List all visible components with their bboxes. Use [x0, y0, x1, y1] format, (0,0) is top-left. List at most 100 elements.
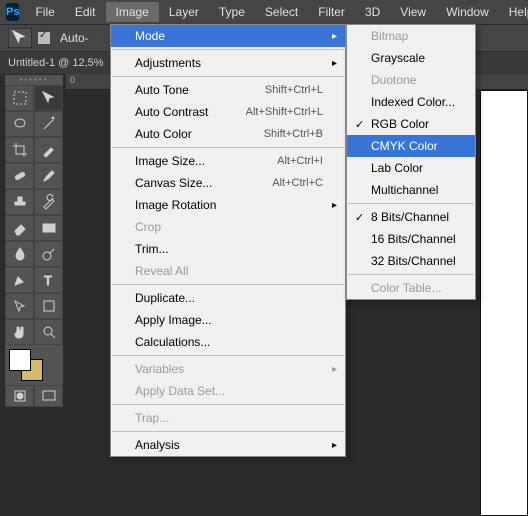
menu-separator [112, 355, 344, 356]
menu-image-rotation[interactable]: Image Rotation [111, 194, 345, 216]
tool-eyedropper[interactable] [34, 137, 63, 163]
tool-move[interactable] [34, 85, 63, 111]
menu-reveal-all: Reveal All [111, 260, 345, 282]
menu-view[interactable]: View [390, 2, 436, 22]
menu-separator [112, 284, 344, 285]
history-brush-icon [41, 194, 57, 210]
mode-duotone: Duotone [347, 69, 475, 91]
wand-icon [41, 116, 57, 132]
menu-crop: Crop [111, 216, 345, 238]
menu-file[interactable]: File [25, 2, 64, 22]
image-menu-dropdown: Mode Adjustments Auto ToneShift+Ctrl+L A… [110, 24, 346, 457]
hand-icon [12, 324, 28, 340]
shape-icon [41, 298, 57, 314]
dodge-icon [41, 246, 57, 262]
shortcut-label: Shift+Ctrl+B [264, 128, 323, 140]
menu-separator [348, 203, 474, 204]
shortcut-label: Shift+Ctrl+L [265, 84, 323, 96]
tool-dodge[interactable] [34, 241, 63, 267]
menu-trim[interactable]: Trim... [111, 238, 345, 260]
gradient-icon [41, 220, 57, 236]
menu-adjustments[interactable]: Adjustments [111, 52, 345, 74]
menu-separator [112, 147, 344, 148]
crop-icon [12, 142, 28, 158]
menu-analysis[interactable]: Analysis [111, 434, 345, 456]
tools-panel: T [4, 74, 64, 408]
menu-canvas-size[interactable]: Canvas Size...Alt+Ctrl+C [111, 172, 345, 194]
auto-select-label: Auto- [60, 31, 89, 45]
tool-eraser[interactable] [5, 215, 34, 241]
tool-hand[interactable] [5, 319, 34, 345]
tool-healing[interactable] [5, 163, 34, 189]
stamp-icon [12, 194, 28, 210]
menu-calculations[interactable]: Calculations... [111, 331, 345, 353]
menu-bar: Ps File Edit Image Layer Type Select Fil… [0, 0, 528, 24]
panel-grip[interactable] [5, 75, 63, 85]
menu-layer[interactable]: Layer [159, 2, 209, 22]
mode-submenu: Bitmap Grayscale Duotone Indexed Color..… [346, 24, 476, 300]
tool-screenmode[interactable] [34, 385, 63, 407]
tool-stamp[interactable] [5, 189, 34, 215]
mode-bitmap: Bitmap [347, 25, 475, 47]
blur-icon [12, 246, 28, 262]
menu-image-size[interactable]: Image Size...Alt+Ctrl+I [111, 150, 345, 172]
mode-16bit[interactable]: 16 Bits/Channel [347, 228, 475, 250]
menu-separator [112, 431, 344, 432]
tool-wand[interactable] [34, 111, 63, 137]
tool-quickmask[interactable] [5, 385, 34, 407]
mode-multichannel[interactable]: Multichannel [347, 179, 475, 201]
tool-shape[interactable] [34, 293, 63, 319]
tool-preset-picker[interactable] [8, 28, 32, 48]
menu-apply-image[interactable]: Apply Image... [111, 309, 345, 331]
mode-8bit[interactable]: 8 Bits/Channel [347, 206, 475, 228]
mode-lab[interactable]: Lab Color [347, 157, 475, 179]
tool-history-brush[interactable] [34, 189, 63, 215]
menu-separator [112, 76, 344, 77]
menu-edit[interactable]: Edit [65, 2, 106, 22]
brush-icon [41, 168, 57, 184]
tool-path-select[interactable] [5, 293, 34, 319]
mode-indexed[interactable]: Indexed Color... [347, 91, 475, 113]
tool-type[interactable]: T [34, 267, 63, 293]
menu-separator [112, 404, 344, 405]
auto-select-checkbox[interactable] [38, 32, 50, 44]
menu-apply-data-set: Apply Data Set... [111, 380, 345, 402]
menu-type[interactable]: Type [209, 2, 255, 22]
menu-select[interactable]: Select [255, 2, 308, 22]
menu-auto-contrast[interactable]: Auto ContrastAlt+Shift+Ctrl+L [111, 101, 345, 123]
foreground-swatch[interactable] [9, 349, 31, 371]
ruler-mark: 0 [70, 75, 75, 85]
tool-zoom[interactable] [34, 319, 63, 345]
marquee-icon [12, 90, 28, 106]
menu-auto-tone[interactable]: Auto ToneShift+Ctrl+L [111, 79, 345, 101]
mode-32bit[interactable]: 32 Bits/Channel [347, 250, 475, 272]
svg-text:T: T [44, 273, 52, 288]
canvas[interactable] [480, 90, 528, 516]
type-icon: T [41, 272, 57, 288]
tool-lasso[interactable] [5, 111, 34, 137]
mode-grayscale[interactable]: Grayscale [347, 47, 475, 69]
menu-duplicate[interactable]: Duplicate... [111, 287, 345, 309]
menu-image[interactable]: Image [106, 2, 159, 22]
bandage-icon [12, 168, 28, 184]
mode-cmyk[interactable]: CMYK Color [347, 135, 475, 157]
shortcut-label: Alt+Ctrl+I [277, 155, 323, 167]
tool-gradient[interactable] [34, 215, 63, 241]
menu-3d[interactable]: 3D [355, 2, 390, 22]
menu-mode[interactable]: Mode [111, 25, 345, 47]
menu-window[interactable]: Window [436, 2, 499, 22]
tool-brush[interactable] [34, 163, 63, 189]
mode-rgb[interactable]: RGB Color [347, 113, 475, 135]
path-select-icon [12, 298, 28, 314]
menu-variables: Variables [111, 358, 345, 380]
color-swatches[interactable] [5, 345, 63, 385]
menu-auto-color[interactable]: Auto ColorShift+Ctrl+B [111, 123, 345, 145]
tool-crop[interactable] [5, 137, 34, 163]
quickmask-icon [12, 388, 28, 404]
menu-filter[interactable]: Filter [308, 2, 355, 22]
menu-trap: Trap... [111, 407, 345, 429]
tool-pen[interactable] [5, 267, 34, 293]
tool-marquee[interactable] [5, 85, 34, 111]
menu-help[interactable]: Help [499, 2, 528, 22]
tool-blur[interactable] [5, 241, 34, 267]
